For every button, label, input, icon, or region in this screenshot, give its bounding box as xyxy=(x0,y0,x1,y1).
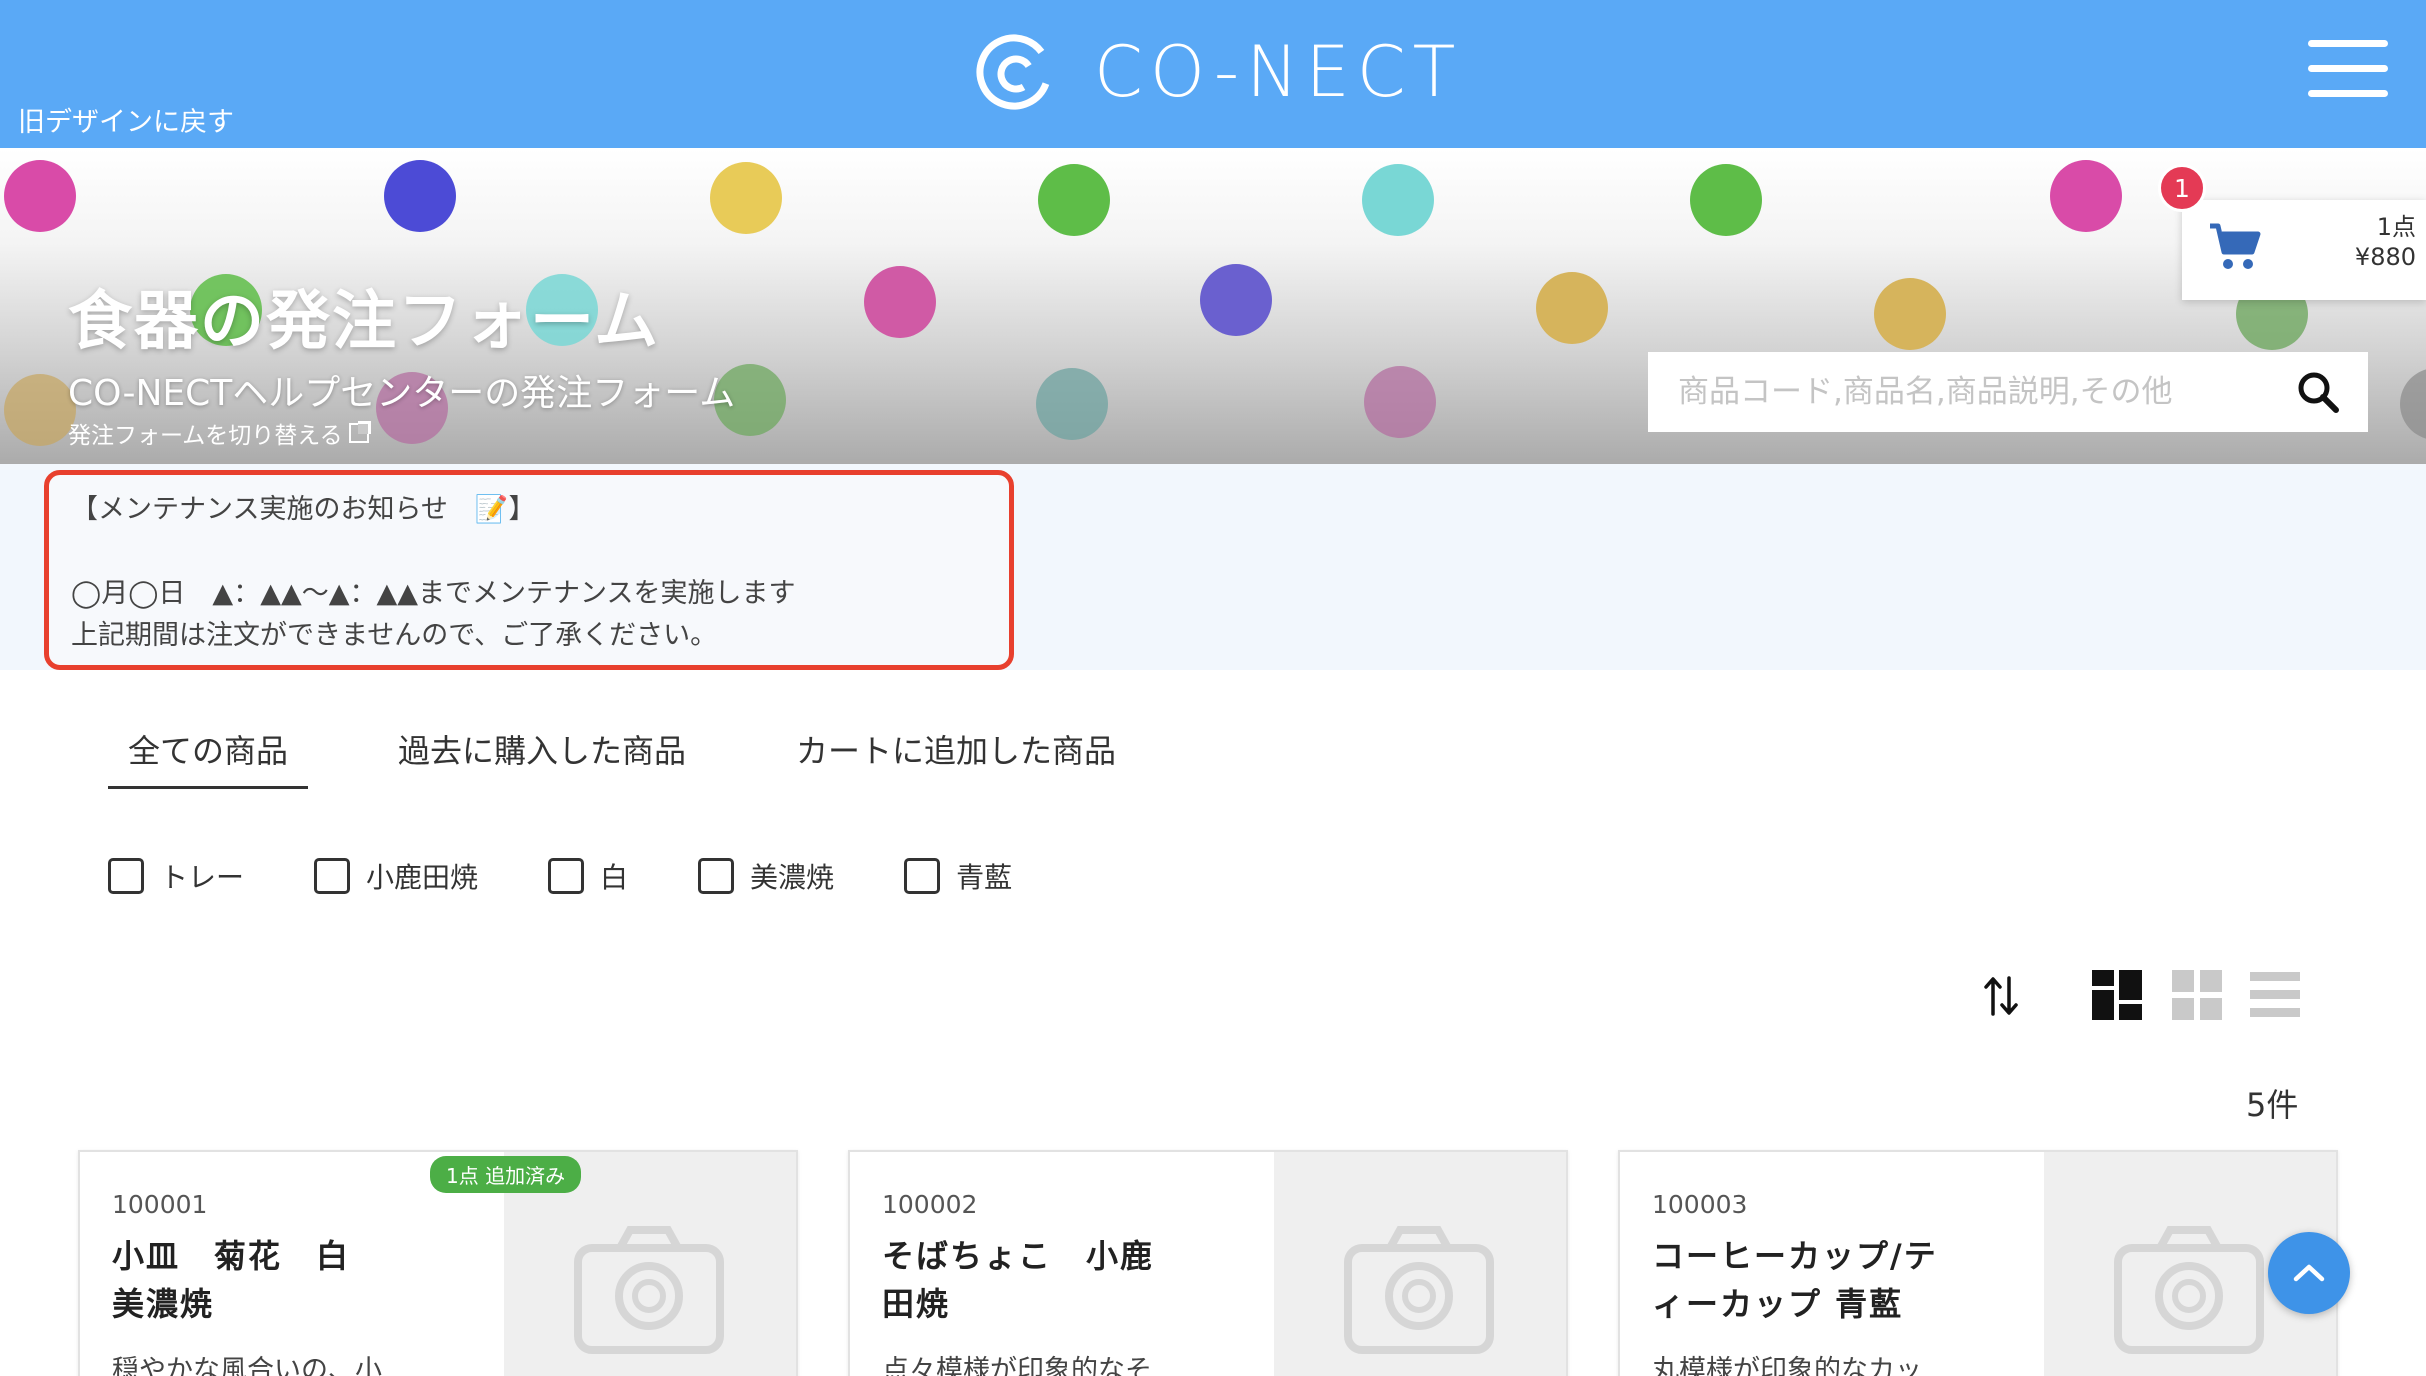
cart-icon xyxy=(2210,223,2261,269)
camera-icon xyxy=(2114,1226,2264,1354)
camera-icon xyxy=(574,1226,724,1354)
search-bar xyxy=(1648,352,2368,432)
tab-purchased-products[interactable]: 過去に購入した商品 xyxy=(378,722,706,789)
notice-line-1: 【メンテナンス実施のお知らせ 📝】 xyxy=(71,494,536,525)
sort-icon[interactable] xyxy=(1984,976,2018,1016)
list-view-icon[interactable] xyxy=(2250,970,2300,1020)
tag-filters: トレー 小鹿田焼 白 美濃焼 青藍 xyxy=(108,856,1012,896)
added-to-cart-badge: 1点 追加済み xyxy=(430,1156,582,1193)
grid-view-icon[interactable] xyxy=(2172,970,2222,1020)
filter-white[interactable]: 白 xyxy=(548,856,628,896)
masonry-view-icon[interactable] xyxy=(2092,970,2142,1020)
filter-checkbox[interactable] xyxy=(904,858,941,894)
cart-summary-button[interactable]: 1点 ¥880 xyxy=(2182,200,2426,300)
product-description: 丸模様が印象的なカッ xyxy=(1652,1355,1922,1376)
tab-all-products[interactable]: 全ての商品 xyxy=(108,722,309,789)
product-name: そばちょこ 小鹿 田焼 xyxy=(882,1232,1242,1328)
filter-ontayaki[interactable]: 小鹿田焼 xyxy=(314,856,478,896)
search-icon[interactable] xyxy=(2296,370,2340,414)
product-description: 点々模様が印象的なそ xyxy=(882,1355,1152,1376)
logo[interactable]: CO-NECT xyxy=(972,22,1462,122)
filter-checkbox[interactable] xyxy=(314,858,351,894)
search-input[interactable] xyxy=(1678,374,2278,410)
product-code: 100001 xyxy=(112,1190,208,1219)
product-name-line-2: 美濃焼 xyxy=(112,1285,215,1323)
filter-checkbox[interactable] xyxy=(698,858,735,894)
product-name-line-1: 小皿 菊花 白 xyxy=(112,1237,351,1275)
product-tabs: 全ての商品 過去に購入した商品 カートに追加した商品 xyxy=(108,722,1136,789)
notice-line-2 xyxy=(71,531,987,573)
filter-label: 小鹿田焼 xyxy=(366,861,479,894)
notice-line-3: ◯月◯日 ▲：▲▲〜▲：▲▲までメンテナンスを実施します xyxy=(71,578,796,609)
product-name-line-2: 田焼 xyxy=(882,1285,951,1323)
maintenance-notice: 【メンテナンス実施のお知らせ 📝】 ◯月◯日 ▲：▲▲〜▲：▲▲までメンテナンス… xyxy=(44,470,1014,670)
filter-label: 美濃焼 xyxy=(750,861,835,894)
cart-totals: 1点 ¥880 xyxy=(2355,212,2416,272)
product-description: 穏やかな風合いの、小 xyxy=(112,1355,382,1376)
filter-minoyaki[interactable]: 美濃焼 xyxy=(698,856,834,896)
top-header: 旧デザインに戻す CO-NECT xyxy=(0,0,2426,148)
tab-cart-products[interactable]: カートに追加した商品 xyxy=(776,722,1136,789)
result-count: 5件 xyxy=(2246,1086,2299,1124)
filter-label: トレー xyxy=(160,861,245,894)
filter-checkbox[interactable] xyxy=(548,858,585,894)
co-nect-logo-icon xyxy=(976,34,1052,110)
product-code: 100003 xyxy=(1652,1190,1748,1219)
product-code: 100002 xyxy=(882,1190,978,1219)
product-name-line-1: そばちょこ 小鹿 xyxy=(882,1237,1155,1275)
page-subtitle: CO-NECTヘルプセンターの発注フォーム xyxy=(68,373,736,414)
logo-text: CO-NECT xyxy=(1094,31,1463,113)
product-name-line-1: コーヒーカップ/テ xyxy=(1652,1237,1938,1275)
product-name: コーヒーカップ/テ ィーカップ 青藍 xyxy=(1652,1232,2012,1328)
product-name-line-2: ィーカップ 青藍 xyxy=(1652,1285,1904,1323)
hamburger-menu-icon[interactable] xyxy=(2308,40,2388,98)
filter-label: 白 xyxy=(600,861,629,894)
scroll-to-top-button[interactable] xyxy=(2268,1232,2350,1314)
filter-checkbox[interactable] xyxy=(108,858,144,894)
product-card[interactable]: 1点 追加済み 100001 小皿 菊花 白 美濃焼 穏やかな風合いの、小 xyxy=(78,1150,798,1376)
switch-form-label: 発注フォームを切り替える xyxy=(68,423,343,449)
cart-total-price: ¥880 xyxy=(2354,243,2416,271)
switch-form-link[interactable]: 発注フォームを切り替える xyxy=(68,416,371,450)
camera-icon xyxy=(1344,1226,1494,1354)
filter-tray[interactable]: トレー xyxy=(108,856,244,896)
old-design-link[interactable]: 旧デザインに戻す xyxy=(18,100,234,139)
product-card[interactable]: 100003 コーヒーカップ/テ ィーカップ 青藍 丸模様が印象的なカッ xyxy=(1618,1150,2338,1376)
cart-item-count: 1点 xyxy=(2376,213,2416,241)
external-link-icon xyxy=(348,421,371,443)
product-name: 小皿 菊花 白 美濃焼 xyxy=(112,1232,472,1328)
cart-badge: 1 xyxy=(2158,164,2206,212)
product-card[interactable]: 100002 そばちょこ 小鹿 田焼 点々模様が印象的なそ xyxy=(848,1150,1568,1376)
chevron-up-icon xyxy=(2293,1264,2325,1282)
product-image-placeholder xyxy=(1274,1152,1566,1376)
filter-seiran[interactable]: 青藍 xyxy=(904,856,1012,896)
notice-line-4: 上記期間は注文ができませんので、ご了承ください。 xyxy=(71,620,718,651)
page-title: 食器の発注フォーム xyxy=(68,285,661,359)
filter-label: 青藍 xyxy=(956,861,1013,894)
